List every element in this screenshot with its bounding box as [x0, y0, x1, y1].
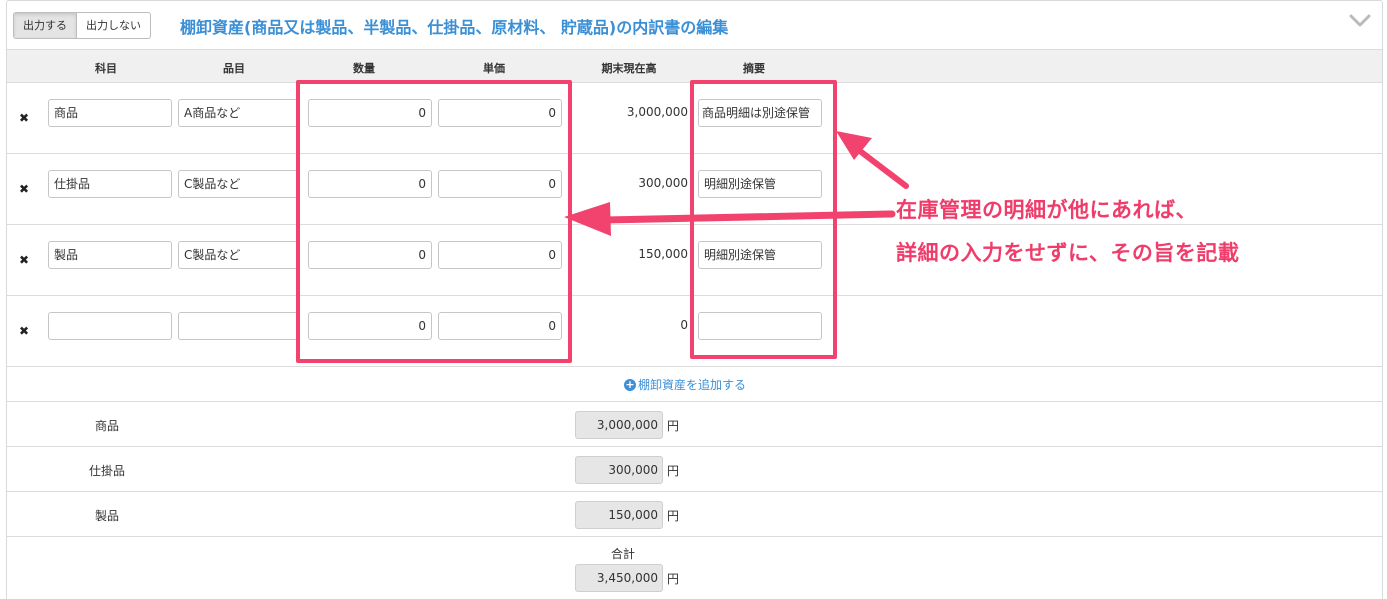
subject-input[interactable]: 仕掛品 [48, 170, 172, 198]
subtotal-unit: 円 [667, 419, 680, 433]
total-row: 合計 3,450,000 円 [7, 537, 1382, 599]
column-header-item: 品目 [223, 62, 245, 75]
delete-row-icon[interactable]: ✖ [19, 253, 29, 267]
quantity-price-highlight-box [296, 80, 572, 363]
add-inventory-link[interactable]: + 棚卸資産を追加する [624, 376, 746, 393]
total-label: 合計 [611, 547, 636, 561]
chevron-down-icon[interactable] [1349, 14, 1371, 28]
total-value: 3,450,000 [575, 564, 663, 592]
subtotal-value: 150,000 [575, 501, 663, 529]
subtotal-label: 仕掛品 [88, 464, 125, 478]
column-header-closing-balance: 期末現在高 [601, 62, 657, 75]
item-input[interactable] [178, 312, 296, 340]
item-input[interactable]: C製品など [178, 241, 296, 269]
column-header-summary: 摘要 [743, 62, 765, 75]
subtotal-row: 仕掛品 300,000 円 [7, 447, 1382, 492]
subtotal-value: 3,000,000 [575, 411, 663, 439]
item-input[interactable]: A商品など [178, 99, 296, 127]
subject-input[interactable] [48, 312, 172, 340]
output-on-button[interactable]: 出力する [14, 13, 77, 38]
output-toggle: 出力する 出力しない [13, 12, 151, 39]
closing-balance-value: 150,000 [638, 247, 688, 261]
subtotal-label: 商品 [94, 419, 119, 433]
item-input[interactable]: C製品など [178, 170, 296, 198]
subtotal-row: 製品 150,000 円 [7, 492, 1382, 537]
closing-balance-value: 0 [680, 318, 688, 332]
table-header: 科目 品目 数量 単価 期末現在高 摘要 [7, 49, 1382, 83]
column-header-quantity: 数量 [353, 62, 375, 75]
subtotal-unit: 円 [667, 464, 680, 478]
subtotal-row: 商品 3,000,000 円 [7, 402, 1382, 447]
closing-balance-value: 3,000,000 [626, 105, 688, 119]
total-unit: 円 [667, 572, 680, 586]
summary-highlight-box [690, 80, 837, 359]
plus-circle-icon: + [624, 377, 636, 391]
subject-input[interactable]: 製品 [48, 241, 172, 269]
add-inventory-label: 棚卸資産を追加する [638, 378, 747, 392]
closing-balance-value: 300,000 [638, 176, 688, 190]
subject-input[interactable]: 商品 [48, 99, 172, 127]
page-title: 棚卸資産(商品又は製品、半製品、仕掛品、原材料、 貯蔵品)の内訳書の編集 [180, 18, 729, 37]
annotation-line-2: 詳細の入力をせずに、その旨を記載 [896, 241, 1240, 265]
add-row-section: + 棚卸資産を追加する [7, 367, 1382, 402]
annotation-line-1: 在庫管理の明細が他にあれば、 [896, 198, 1197, 222]
column-header-subject: 科目 [95, 62, 117, 75]
subtotal-label: 製品 [94, 509, 119, 523]
delete-row-icon[interactable]: ✖ [19, 111, 29, 125]
output-off-button[interactable]: 出力しない [77, 13, 150, 38]
delete-row-icon[interactable]: ✖ [19, 182, 29, 196]
subtotal-value: 300,000 [575, 456, 663, 484]
column-header-unit-price: 単価 [483, 62, 505, 75]
delete-row-icon[interactable]: ✖ [19, 324, 29, 338]
subtotal-unit: 円 [667, 509, 680, 523]
